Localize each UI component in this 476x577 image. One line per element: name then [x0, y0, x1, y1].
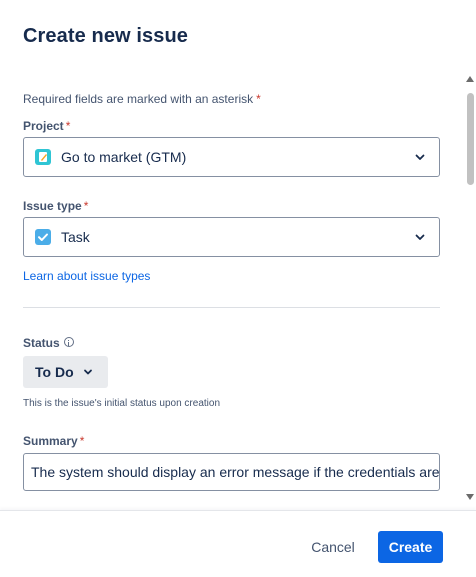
scrollbar-thumb[interactable]: [467, 93, 474, 185]
required-fields-note: Required fields are marked with an aster…: [23, 92, 261, 106]
issue-type-select[interactable]: Task: [23, 217, 440, 257]
summary-required-asterisk: *: [79, 434, 85, 448]
learn-issue-types-link[interactable]: Learn about issue types: [23, 269, 150, 283]
required-asterisk: *: [256, 92, 261, 106]
project-select[interactable]: Go to market (GTM): [23, 137, 440, 177]
divider: [23, 307, 440, 308]
create-button[interactable]: Create: [378, 531, 443, 563]
issue-type-required-asterisk: *: [83, 199, 89, 213]
summary-label-text: Summary: [23, 434, 78, 448]
summary-label: Summary *: [23, 434, 84, 448]
task-icon: [35, 229, 51, 245]
issue-type-label: Issue type *: [23, 199, 88, 213]
dialog-body[interactable]: Required fields are marked with an aster…: [0, 70, 476, 510]
issue-type-label-text: Issue type: [23, 199, 82, 213]
scrollbar[interactable]: [464, 76, 476, 502]
status-helper-text: This is the issue's initial status upon …: [23, 398, 221, 409]
dialog-footer: Cancel Create: [0, 510, 476, 577]
issue-type-select-value: Task: [61, 229, 90, 245]
summary-input-value: The system should display an error messa…: [31, 464, 440, 480]
status-label-text: Status: [23, 336, 60, 350]
status-dropdown-button[interactable]: To Do: [23, 356, 108, 388]
dialog-title: Create new issue: [23, 25, 189, 47]
project-label: Project *: [23, 119, 70, 133]
status-label: Status: [23, 336, 74, 350]
summary-input[interactable]: The system should display an error messa…: [23, 453, 440, 491]
project-select-value: Go to market (GTM): [61, 149, 187, 165]
scroll-down-arrow-icon[interactable]: [466, 494, 474, 500]
info-icon[interactable]: [63, 337, 74, 347]
scroll-up-arrow-icon[interactable]: [466, 76, 474, 82]
project-label-text: Project: [23, 119, 64, 133]
status-value: To Do: [35, 364, 74, 380]
project-required-asterisk: *: [65, 119, 71, 133]
cancel-button[interactable]: Cancel: [303, 531, 363, 563]
create-issue-dialog: Create new issue Required fields are mar…: [0, 0, 476, 577]
project-icon: [35, 149, 51, 165]
chevron-down-icon: [415, 234, 425, 240]
required-note-text: Required fields are marked with an aster…: [23, 92, 254, 106]
chevron-down-icon: [415, 154, 425, 160]
chevron-down-icon: [83, 369, 92, 375]
